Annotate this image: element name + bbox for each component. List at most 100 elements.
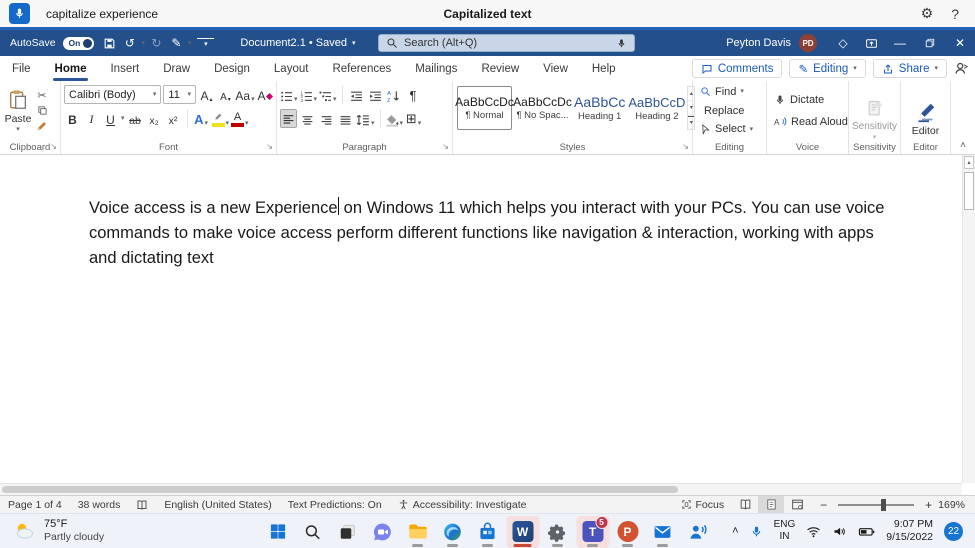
cut-button[interactable]: ✂ — [37, 89, 46, 102]
shrink-font-button[interactable]: A ▾ — [217, 85, 234, 104]
multilevel-list-button[interactable]: ▾ — [319, 85, 337, 104]
accessibility-status[interactable]: Accessibility: Investigate — [390, 496, 535, 513]
edge-button[interactable] — [436, 516, 469, 548]
clock[interactable]: 9:07 PM 9/15/2022 — [886, 518, 933, 544]
underline-chevron-icon[interactable]: ▾ — [121, 115, 125, 122]
tab-references[interactable]: References — [320, 56, 403, 81]
line-spacing-button[interactable]: ▾ — [356, 109, 375, 128]
search-voice-microphone-icon[interactable] — [616, 38, 627, 49]
chat-button[interactable] — [366, 516, 399, 548]
align-left-button[interactable] — [280, 109, 297, 128]
paragraph-dialog-launcher[interactable]: ↘ — [442, 143, 449, 151]
tab-file[interactable]: File — [0, 56, 43, 81]
copy-button[interactable] — [37, 105, 48, 116]
microsoft-store-button[interactable] — [471, 516, 504, 548]
tab-layout[interactable]: Layout — [262, 56, 321, 81]
weather-widget[interactable]: 75°F Partly cloudy — [0, 518, 104, 545]
scroll-up-button[interactable]: ▴ — [964, 156, 974, 169]
tab-help[interactable]: Help — [580, 56, 628, 81]
bullets-button[interactable]: ▾ — [280, 85, 298, 104]
powerpoint-button[interactable]: P — [611, 516, 644, 548]
voice-help-icon[interactable]: ? — [951, 6, 959, 22]
document-canvas[interactable]: Voice access is a new Experience on Wind… — [0, 155, 975, 495]
horizontal-scrollbar[interactable] — [0, 483, 962, 495]
increase-indent-button[interactable] — [367, 85, 384, 104]
read-aloud-button[interactable]: A Read Aloud — [767, 113, 848, 131]
wifi-icon[interactable] — [806, 524, 821, 539]
italic-button[interactable]: I — [83, 109, 100, 128]
tab-review[interactable]: Review — [469, 56, 531, 81]
user-avatar[interactable]: PD — [799, 34, 817, 52]
decrease-indent-button[interactable] — [348, 85, 365, 104]
tab-view[interactable]: View — [531, 56, 580, 81]
align-right-button[interactable] — [318, 109, 335, 128]
grow-font-button[interactable]: A ▴ — [198, 85, 215, 104]
underline-button[interactable]: U — [102, 109, 119, 128]
zoom-slider-thumb[interactable] — [881, 498, 887, 511]
settings-button[interactable] — [541, 516, 574, 548]
paste-button[interactable]: Paste ▾ — [0, 83, 36, 138]
font-size-select[interactable]: 11 ▾ — [163, 85, 196, 104]
voice-access-person-button[interactable] — [681, 516, 714, 548]
tray-microphone-icon[interactable] — [750, 525, 763, 538]
word-count-status[interactable]: 38 words — [70, 496, 129, 513]
subscript-button[interactable]: x₂ — [146, 109, 163, 128]
dictate-button[interactable]: Dictate — [767, 91, 848, 109]
tab-insert[interactable]: Insert — [98, 56, 151, 81]
clear-formatting-button[interactable]: A — [256, 85, 273, 104]
zoom-level[interactable]: 169% — [936, 499, 975, 511]
find-button[interactable]: Find ▾ — [693, 83, 766, 101]
collapse-ribbon-button[interactable]: ˄ — [960, 140, 966, 151]
clipboard-dialog-launcher[interactable]: ↘ — [50, 143, 57, 151]
user-name[interactable]: Peyton Davis — [726, 37, 791, 49]
styles-dialog-launcher[interactable]: ↘ — [682, 143, 689, 151]
sort-button[interactable]: AZ — [386, 85, 403, 104]
comments-button[interactable]: Comments — [691, 59, 783, 78]
zoom-slider[interactable] — [838, 498, 915, 511]
style-heading-1[interactable]: AaBbCc Heading 1 — [573, 86, 626, 130]
highlight-button[interactable]: ▾ — [211, 109, 229, 128]
language-switcher[interactable]: ENG IN — [774, 519, 796, 543]
tab-mailings[interactable]: Mailings — [403, 56, 469, 81]
presence-person-icon[interactable] — [954, 61, 969, 76]
ink-tool-button[interactable]: ✎ — [168, 33, 185, 53]
page-number-status[interactable]: Page 1 of 4 — [0, 496, 70, 513]
notification-count-badge[interactable]: 22 — [944, 521, 963, 541]
task-view-button[interactable] — [331, 516, 364, 548]
read-mode-button[interactable] — [732, 496, 758, 513]
change-case-button[interactable]: Aa ▾ — [235, 85, 254, 104]
font-dialog-launcher[interactable]: ↘ — [266, 143, 273, 151]
focus-button[interactable]: Focus — [673, 496, 733, 513]
align-center-button[interactable] — [299, 109, 316, 128]
taskbar-search-button[interactable] — [296, 516, 329, 548]
font-color-button[interactable]: A ▾ — [231, 109, 249, 128]
language-status[interactable]: English (United States) — [156, 496, 279, 513]
font-name-select[interactable]: Calibri (Body) ▾ — [64, 85, 162, 104]
editing-mode-button[interactable]: ✎ Editing ▾ — [789, 59, 866, 78]
zoom-out-button[interactable]: − — [810, 498, 831, 512]
mail-button[interactable] — [646, 516, 679, 548]
show-hidden-icons-button[interactable]: ˄ — [732, 525, 738, 537]
print-layout-button[interactable] — [758, 496, 785, 513]
text-predictions-status[interactable]: Text Predictions: On — [280, 496, 390, 513]
horizontal-scroll-thumb[interactable] — [2, 486, 678, 493]
restore-button[interactable] — [915, 30, 945, 56]
strikethrough-button[interactable]: ab — [127, 109, 144, 128]
show-hide-formatting-button[interactable]: ¶ — [405, 85, 422, 104]
bold-button[interactable]: B — [64, 109, 81, 128]
numbering-button[interactable]: 123 ▾ — [300, 85, 317, 104]
vertical-scroll-thumb[interactable] — [964, 172, 974, 210]
shading-button[interactable]: ▾ — [386, 109, 403, 128]
share-button[interactable]: Share ▾ — [872, 59, 947, 78]
format-painter-button[interactable] — [36, 120, 48, 132]
premium-diamond-icon[interactable]: ◇ — [829, 30, 857, 56]
web-layout-button[interactable] — [784, 496, 810, 513]
tab-design[interactable]: Design — [202, 56, 262, 81]
style-no-spacing[interactable]: AaBbCcDc ¶ No Spac... — [513, 86, 572, 130]
superscript-button[interactable]: x² — [165, 109, 182, 128]
style-heading-2[interactable]: AaBbCcD Heading 2 — [628, 86, 685, 130]
save-button[interactable] — [101, 33, 118, 53]
replace-button[interactable]: Replace — [693, 102, 766, 120]
word-taskbar-button[interactable]: W — [506, 515, 539, 548]
vertical-scrollbar[interactable]: ▴ — [962, 155, 975, 483]
